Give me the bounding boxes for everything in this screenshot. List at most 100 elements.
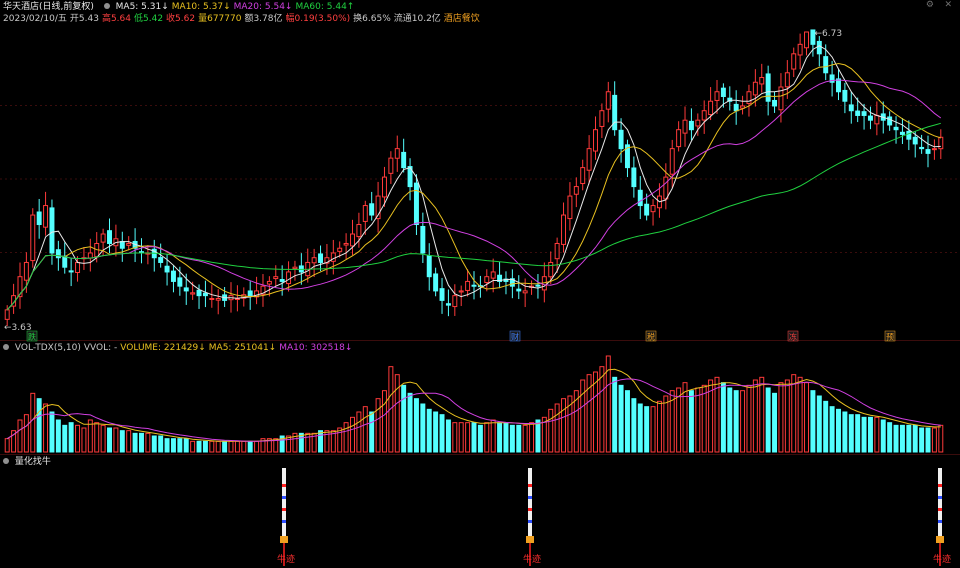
volume-bar: [484, 422, 490, 453]
signal-stick: [282, 468, 286, 536]
candle-body: [759, 77, 765, 85]
volume-bar: [381, 390, 387, 453]
candle-body: [906, 130, 912, 140]
candle-body: [445, 303, 451, 306]
candle-body: [714, 91, 720, 101]
candle-body: [36, 211, 42, 226]
volume-bar: [804, 382, 809, 453]
candle-body: [599, 110, 605, 127]
volume-bar: [899, 424, 905, 453]
candle-body: [816, 40, 822, 55]
volume-bar: [337, 427, 343, 453]
volume-bar: [784, 379, 790, 453]
candle-body: [650, 205, 656, 213]
stock-chart[interactable]: ←6.73←3.63跌财税冻预牛迹 牛迹 牛迹: [0, 0, 960, 568]
candle-body: [471, 284, 477, 287]
volume-bar: [848, 414, 854, 453]
volume-bar: [663, 395, 669, 453]
volume-bar: [68, 422, 74, 453]
volume-bar: [740, 390, 746, 453]
volume-bar: [433, 411, 439, 453]
candle-body: [158, 257, 164, 263]
volume-bar: [158, 435, 164, 453]
event-marker-0: 跌: [28, 332, 36, 342]
event-marker-4: 预: [886, 332, 894, 342]
volume-bar: [599, 366, 605, 453]
volume-bar: [720, 382, 726, 453]
candle-body: [87, 252, 93, 259]
volume-bar: [529, 422, 535, 453]
candle-body: [49, 207, 55, 254]
volume-bar: [426, 408, 432, 453]
signal-stripe: [528, 496, 532, 499]
volume-bar: [62, 424, 68, 453]
candle-body: [855, 110, 861, 116]
candle-body: [861, 111, 867, 116]
volume-bar: [286, 435, 292, 453]
volume-bar: [912, 424, 918, 453]
candle-body: [356, 224, 362, 238]
candle-body: [522, 290, 528, 294]
candle-body: [55, 249, 61, 259]
candle-body: [350, 233, 355, 247]
candle-body: [797, 43, 803, 56]
volume-bar: [4, 438, 10, 453]
candle-body: [202, 292, 208, 297]
volume-bar: [727, 387, 733, 453]
candle-body: [554, 242, 560, 260]
candle-body: [637, 189, 643, 207]
volume-bar: [618, 384, 624, 453]
volume-bar: [644, 406, 650, 453]
volume-bar: [887, 422, 893, 453]
volume-bar: [139, 432, 144, 453]
candle-body: [804, 31, 809, 49]
volume-bar: [471, 422, 477, 453]
candle-body: [919, 146, 925, 150]
volume-bar: [318, 430, 324, 453]
volume-bar: [490, 419, 496, 453]
volume-bar: [49, 411, 55, 453]
candle-body: [631, 167, 637, 188]
signal-bull-icon: [936, 536, 944, 543]
volume-bar: [119, 430, 125, 453]
candle-body: [535, 284, 541, 287]
candle-body: [458, 290, 464, 293]
candle-body: [663, 176, 669, 200]
volume-bar: [823, 400, 829, 453]
volume-bar: [132, 432, 138, 453]
signal-bull-icon: [526, 536, 534, 543]
candle-body: [925, 149, 931, 154]
volume-bar: [867, 416, 873, 453]
candle-body: [669, 148, 675, 175]
volume-bar: [861, 416, 867, 453]
candle-body: [708, 100, 714, 115]
volume-bar: [509, 424, 515, 453]
volume-bar: [836, 408, 841, 453]
volume-bar: [305, 432, 311, 453]
candle-body: [413, 182, 419, 226]
candle-body: [772, 99, 778, 107]
candle-body: [177, 277, 183, 287]
volume-bar: [778, 382, 784, 453]
event-marker-1: 财: [511, 332, 519, 342]
volume-bar: [554, 403, 560, 453]
volume-bar: [548, 408, 554, 453]
candle-body: [836, 78, 841, 93]
volume-bar: [369, 411, 375, 453]
volume-bar: [43, 403, 49, 453]
candle-body: [465, 280, 471, 291]
volume-bar: [394, 374, 400, 453]
candle-body: [30, 214, 36, 262]
volume-bar: [407, 392, 413, 453]
volume-bar: [30, 392, 36, 453]
candle-body: [100, 233, 106, 243]
volume-bar: [688, 390, 694, 453]
candle-body: [433, 273, 439, 292]
candle-body: [899, 131, 905, 135]
signal-stripe: [938, 484, 942, 487]
volume-bar: [516, 424, 522, 453]
candle-body: [573, 186, 579, 195]
volume-bar: [343, 422, 349, 453]
volume-bar: [107, 427, 112, 453]
signal-stripe: [282, 484, 286, 487]
